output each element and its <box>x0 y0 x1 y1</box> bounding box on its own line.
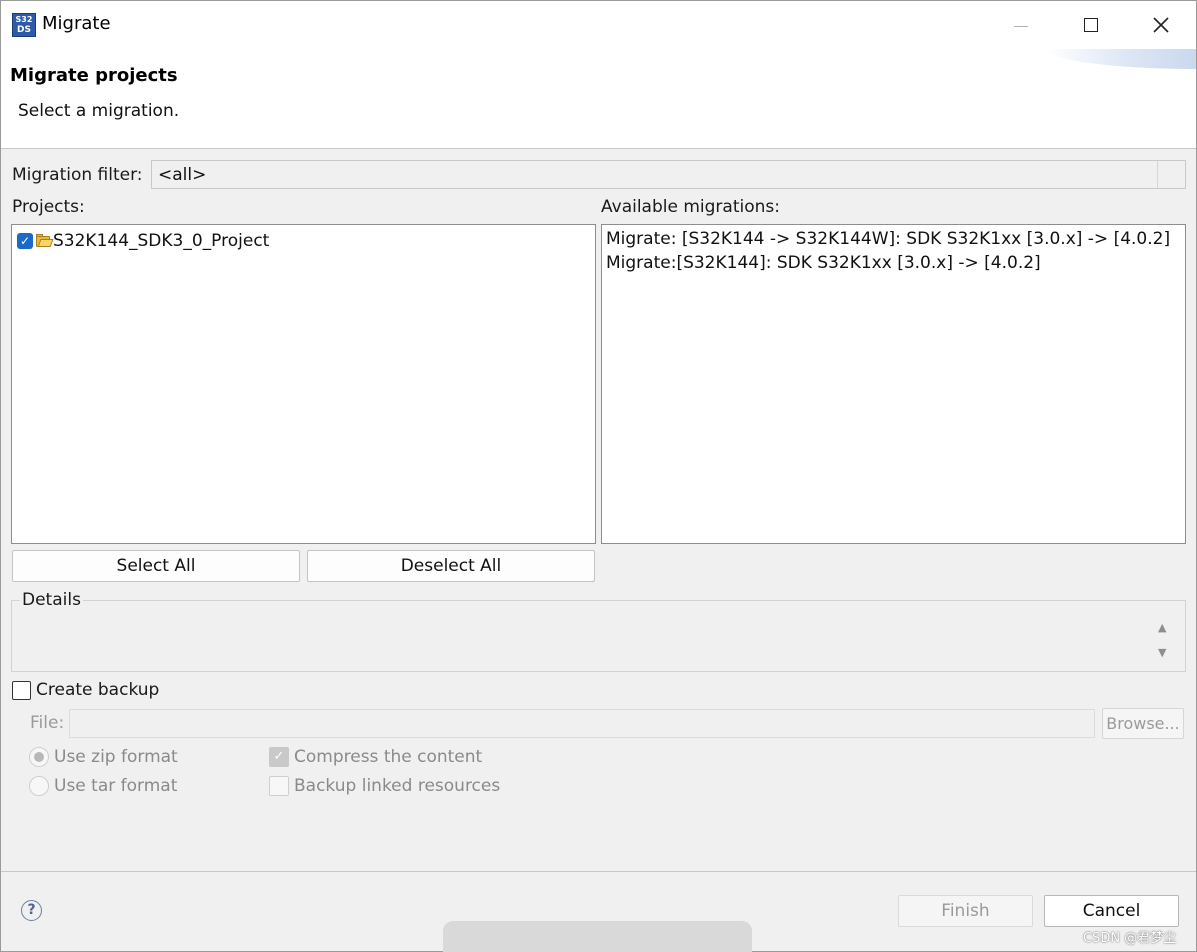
backup-linked-resources-checkbox[interactable] <box>269 776 289 796</box>
details-label: Details <box>20 590 83 610</box>
backup-linked-resources-label: Backup linked resources <box>294 776 501 796</box>
page-title: Migrate projects <box>10 65 178 86</box>
compress-content-checkbox[interactable]: ✓ <box>269 747 289 767</box>
zip-format-label: Use zip format <box>54 747 178 767</box>
project-name: S32K144_SDK3_0_Project <box>53 231 270 251</box>
header-decoration <box>1046 49 1196 69</box>
scroll-down-arrow-icon[interactable]: ▼ <box>1158 646 1166 659</box>
header-divider <box>1 148 1196 149</box>
migration-filter-value: <all> <box>158 165 207 185</box>
s32ds-app-icon: S32 DS <box>12 13 36 37</box>
file-label: File: <box>30 713 65 733</box>
projects-label: Projects: <box>12 197 85 217</box>
migration-filter-label: Migration filter: <box>12 165 143 185</box>
select-all-button[interactable]: Select All <box>12 550 300 582</box>
app-icon-text-bottom: DS <box>17 25 31 35</box>
window-title: Migrate <box>42 13 111 34</box>
tar-format-radio[interactable] <box>29 776 49 796</box>
wizard-header: Migrate projects Select a migration. <box>1 49 1196 148</box>
scroll-up-arrow-icon[interactable]: ▲ <box>1158 621 1166 634</box>
open-folder-icon <box>35 233 54 249</box>
compress-content-label: Compress the content <box>294 747 483 767</box>
help-icon[interactable]: ? <box>21 900 42 921</box>
projects-list[interactable]: ✓ S32K144_SDK3_0_Project <box>11 224 596 544</box>
footer-divider <box>1 871 1196 872</box>
available-migrations-label: Available migrations: <box>601 197 780 217</box>
zip-format-radio[interactable] <box>29 747 49 767</box>
migrate-dialog: S32 DS Migrate Migrate projects Select a… <box>0 0 1197 952</box>
create-backup-label: Create backup <box>36 680 160 700</box>
app-icon-text-top: S32 <box>15 15 33 24</box>
finish-button[interactable]: Finish <box>898 895 1033 927</box>
minimize-button[interactable] <box>987 1 1055 49</box>
filter-dropdown-arrow[interactable] <box>1157 161 1185 188</box>
list-item[interactable]: ✓ S32K144_SDK3_0_Project <box>17 230 269 252</box>
maximize-button[interactable] <box>1057 1 1125 49</box>
page-subtitle: Select a migration. <box>18 101 180 121</box>
tar-format-label: Use tar format <box>54 776 178 796</box>
deselect-all-button[interactable]: Deselect All <box>307 550 595 582</box>
list-item[interactable]: Migrate:[S32K144]: SDK S32K1xx [3.0.x] -… <box>606 253 1041 273</box>
project-checkbox[interactable]: ✓ <box>17 233 33 249</box>
migration-filter-combo[interactable]: <all> <box>151 160 1186 189</box>
details-group <box>11 600 1186 672</box>
taskbar-hint <box>443 921 752 952</box>
title-bar: S32 DS Migrate <box>1 1 1196 49</box>
list-item[interactable]: Migrate: [S32K144 -> S32K144W]: SDK S32K… <box>606 229 1170 249</box>
close-button[interactable] <box>1127 1 1195 49</box>
close-icon <box>1153 17 1169 33</box>
watermark: CSDN @君梦尘 <box>1083 931 1177 946</box>
maximize-icon <box>1084 18 1098 32</box>
browse-button[interactable]: Browse... <box>1102 708 1184 739</box>
backup-file-field[interactable] <box>69 709 1095 738</box>
available-migrations-list[interactable]: Migrate: [S32K144 -> S32K144W]: SDK S32K… <box>601 224 1186 544</box>
minimize-icon <box>1014 25 1028 27</box>
create-backup-checkbox[interactable] <box>12 681 31 700</box>
cancel-button[interactable]: Cancel <box>1044 895 1179 927</box>
radio-selected-dot <box>34 752 44 762</box>
